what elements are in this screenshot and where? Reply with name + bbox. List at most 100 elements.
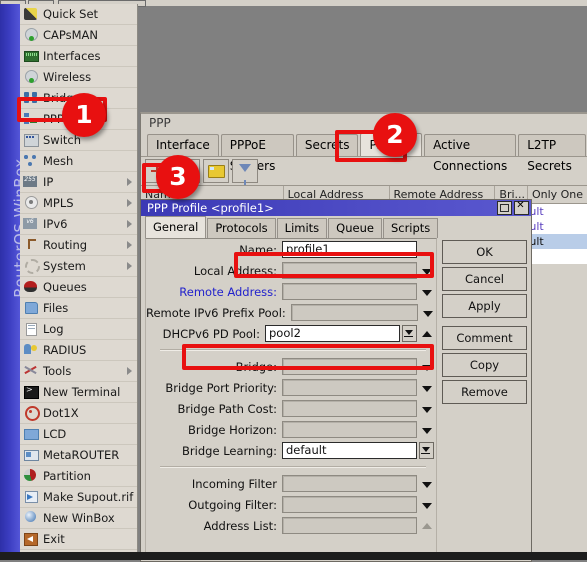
sidebar-item-new-terminal[interactable]: New Terminal	[20, 382, 137, 403]
sidebar-item-label: MetaROUTER	[43, 448, 120, 462]
sidebar-item-system[interactable]: System	[20, 256, 137, 277]
field-input-bridge-learning[interactable]: default	[282, 442, 417, 459]
sidebar-item-label: Queues	[43, 280, 87, 294]
field-row-outgoing-filter: Outgoing Filter:	[146, 494, 436, 515]
field-input-bridge-port-priority[interactable]	[282, 379, 417, 396]
field-input-address-list[interactable]	[282, 517, 417, 534]
ppp-tab-active-connections[interactable]: Active Connections	[424, 134, 517, 173]
dropdown-spinner-icon[interactable]	[419, 442, 434, 459]
sidebar-item-tools[interactable]: Tools	[20, 361, 137, 382]
sidebar-item-mesh[interactable]: Mesh	[20, 151, 137, 172]
sidebar-item-ip[interactable]: 255 IP	[20, 172, 137, 193]
close-button[interactable]: ✕	[514, 200, 529, 215]
ok-button[interactable]: OK	[442, 240, 527, 264]
funnel-icon	[239, 164, 251, 185]
sidebar-item-new-winbox[interactable]: New WinBox	[20, 508, 137, 529]
dialog-tab-general[interactable]: General	[145, 216, 207, 238]
dialog-title-bar: PPP Profile <profile1> ✕	[141, 200, 531, 216]
desktop-background: RouterOS WinBox Quick Set CAPsMAN Interfac…	[0, 0, 587, 562]
field-input-incoming-filter[interactable]	[282, 475, 417, 492]
chevron-down-icon[interactable]	[420, 285, 434, 299]
field-input-dhcpv6-pd-pool[interactable]: pool2	[265, 325, 400, 342]
chevron-down-icon[interactable]	[420, 423, 434, 437]
field-label-dhcpv6-pd-pool: DHCPv6 PD Pool:	[162, 326, 260, 341]
field-input-remote-address[interactable]	[282, 283, 417, 300]
chevron-up-icon[interactable]	[420, 519, 434, 533]
queues-icon	[23, 280, 39, 294]
dialog-tab-scripts[interactable]: Scripts	[382, 218, 439, 238]
sidebar-item-queues[interactable]: Queues	[20, 277, 137, 298]
sidebar-item-log[interactable]: Log	[20, 319, 137, 340]
field-input-outgoing-filter[interactable]	[282, 496, 417, 513]
sidebar-item-label: Files	[43, 301, 69, 315]
mesh-icon	[23, 154, 39, 168]
cancel-button[interactable]: Cancel	[442, 267, 527, 291]
dialog-tab-queue[interactable]: Queue	[328, 218, 382, 238]
ppp-toolbar-filter[interactable]	[232, 159, 258, 185]
sidebar-item-capsman[interactable]: CAPsMAN	[20, 25, 137, 46]
sidebar-item-ipv6[interactable]: v6 IPv6	[20, 214, 137, 235]
chevron-down-icon[interactable]	[420, 477, 434, 491]
log-icon	[23, 322, 39, 336]
main-menu[interactable]: Quick Set CAPsMAN Interfaces Wireless Bridge…	[20, 4, 138, 556]
sidebar-item-interfaces[interactable]: Interfaces	[20, 46, 137, 67]
copy-button[interactable]: Copy	[442, 353, 527, 377]
sidebar-item-metarouter[interactable]: MetaROUTER	[20, 445, 137, 466]
sidebar-item-mpls[interactable]: MPLS	[20, 193, 137, 214]
chevron-down-icon[interactable]	[420, 498, 434, 512]
chevron-down-icon[interactable]	[420, 402, 434, 416]
ppp-toolbar-comment[interactable]	[203, 159, 229, 183]
field-input-remote-ipv6-prefix-pool[interactable]	[290, 304, 418, 321]
sidebar-item-exit[interactable]: Exit	[20, 529, 137, 550]
chevron-down-icon[interactable]	[420, 381, 434, 395]
field-label-bridge-port-priority: Bridge Port Priority:	[165, 380, 277, 395]
field-row-bridge-horizon: Bridge Horizon:	[146, 419, 436, 440]
field-input-bridge-horizon[interactable]	[282, 421, 417, 438]
dropdown-spinner-icon[interactable]	[402, 325, 417, 342]
submenu-arrow-icon	[127, 367, 132, 375]
annotation-badge-3: 3	[156, 155, 200, 199]
sidebar-item-label: New Terminal	[43, 385, 121, 399]
field-row-bridge-path-cost: Bridge Path Cost:	[146, 398, 436, 419]
dialog-tab-bar[interactable]: General Protocols Limits Queue Scripts	[141, 216, 531, 238]
remove-button[interactable]: Remove	[442, 380, 527, 404]
list-column-header[interactable]: Only One	[528, 186, 587, 203]
wand-icon	[23, 7, 39, 21]
field-row-remote-address: Remote Address:	[146, 281, 436, 302]
sidebar-item-routing[interactable]: Routing	[20, 235, 137, 256]
sidebar-item-make-supout-rif[interactable]: Make Supout.rif	[20, 487, 137, 508]
comment-button[interactable]: Comment	[442, 326, 527, 350]
sidebar-item-label: IPv6	[43, 217, 68, 231]
chevron-down-icon[interactable]	[421, 306, 434, 320]
field-group-divider	[160, 466, 426, 468]
dialog-tab-limits[interactable]: Limits	[276, 218, 328, 238]
sidebar-item-dot1x[interactable]: Dot1X	[20, 403, 137, 424]
winbox-brand-rail: RouterOS WinBox	[0, 4, 29, 560]
partition-icon	[23, 469, 39, 483]
field-input-bridge-path-cost[interactable]	[282, 400, 417, 417]
chevron-up-icon[interactable]	[420, 327, 434, 341]
sidebar-item-wireless[interactable]: Wireless	[20, 67, 137, 88]
sidebar-item-label: Exit	[43, 532, 65, 546]
sidebar-item-files[interactable]: Files	[20, 298, 137, 319]
supout-icon	[23, 490, 39, 504]
sidebar-item-quick-set[interactable]: Quick Set	[20, 4, 137, 25]
field-label-remote-address: Remote Address:	[179, 284, 277, 299]
submenu-arrow-icon	[127, 199, 132, 207]
dialog-tab-protocols[interactable]: Protocols	[207, 218, 276, 238]
sidebar-item-partition[interactable]: Partition	[20, 466, 137, 487]
sidebar-item-lcd[interactable]: LCD	[20, 424, 137, 445]
metarouter-icon	[23, 448, 39, 462]
field-row-bridge-learning: Bridge Learning: default	[146, 440, 436, 461]
field-label-address-list: Address List:	[203, 518, 277, 533]
ppp-tab-pppoe-servers[interactable]: PPPoE Servers	[220, 134, 294, 173]
ppp-tab-l2tp-secrets[interactable]: L2TP Secrets	[518, 134, 586, 173]
sidebar-item-label: Tools	[43, 364, 72, 378]
submenu-arrow-icon	[127, 178, 132, 186]
dialog-button-column[interactable]: OK Cancel Apply Comment Copy Remove	[442, 240, 527, 407]
ppp-tab-interface[interactable]: Interface	[147, 134, 219, 156]
apply-button[interactable]: Apply	[442, 294, 527, 318]
maximize-button[interactable]	[497, 201, 512, 215]
sidebar-item-label: New WinBox	[43, 511, 115, 525]
sidebar-item-radius[interactable]: RADIUS	[20, 340, 137, 361]
